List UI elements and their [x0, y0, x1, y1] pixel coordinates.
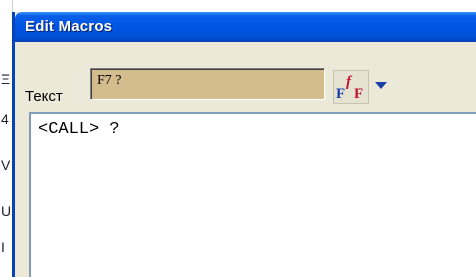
- background-glyph: 4: [1, 111, 9, 127]
- macro-text-field[interactable]: F7 ?: [90, 68, 325, 100]
- window-title: Edit Macros: [25, 18, 113, 35]
- text-label: Текст: [25, 88, 63, 105]
- background-glyph: U: [1, 203, 12, 219]
- background-glyph: I: [1, 239, 5, 255]
- title-bar[interactable]: Edit Macros: [15, 12, 476, 42]
- dropdown-arrow-icon[interactable]: [375, 82, 387, 90]
- macro-text-value: F7 ?: [97, 73, 122, 88]
- svg-text:F: F: [336, 86, 345, 102]
- svg-text:F: F: [354, 86, 363, 102]
- edit-macros-dialog: Edit Macros Текст F7 ? F f F <CALL> ?: [12, 12, 476, 277]
- macro-editor[interactable]: <CALL> ?: [29, 112, 476, 277]
- font-style-button[interactable]: F f F: [333, 70, 389, 104]
- background-glyph: Ξ: [1, 71, 11, 87]
- background-glyph: V: [1, 157, 11, 173]
- font-style-icon: F f F: [333, 70, 369, 104]
- macro-editor-content: <CALL> ?: [38, 120, 120, 139]
